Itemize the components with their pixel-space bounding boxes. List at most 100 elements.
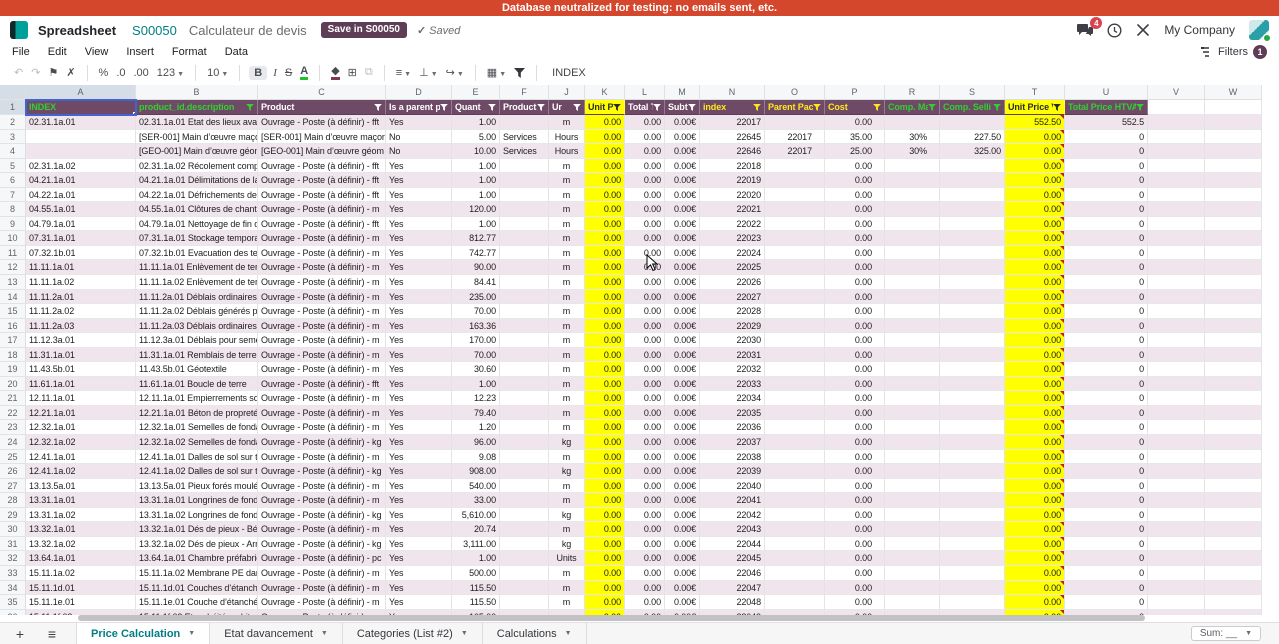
cell-F28[interactable] bbox=[500, 493, 549, 508]
cell-V30[interactable] bbox=[1148, 522, 1205, 537]
font-size-selector[interactable]: 10▼ bbox=[207, 67, 228, 79]
cell-T33[interactable]: 0.00 bbox=[1005, 566, 1065, 581]
cell-U2[interactable]: 552.5 bbox=[1065, 115, 1148, 130]
column-header-E[interactable]: E bbox=[452, 85, 500, 100]
cell-M6[interactable]: 0.00€ bbox=[665, 173, 700, 188]
cell-J29[interactable]: kg bbox=[549, 508, 585, 523]
cell-M5[interactable]: 0.00€ bbox=[665, 159, 700, 174]
cell-S3[interactable]: 227.50 bbox=[940, 130, 1005, 145]
cell-V3[interactable] bbox=[1148, 130, 1205, 145]
cell-K12[interactable]: 0.00 bbox=[585, 260, 625, 275]
header-cell-N1[interactable]: index bbox=[700, 100, 765, 115]
cell-A32[interactable]: 13.64.1a.01 bbox=[26, 551, 136, 566]
cell-S35[interactable] bbox=[940, 595, 1005, 610]
cell-A24[interactable]: 12.32.1a.02 bbox=[26, 435, 136, 450]
cell-U22[interactable]: 0 bbox=[1065, 406, 1148, 421]
cell-C22[interactable]: Ouvrage - Poste (à définir) - m bbox=[258, 406, 386, 421]
cell-O16[interactable] bbox=[765, 319, 825, 334]
row-number-6[interactable]: 6 bbox=[0, 173, 26, 188]
cell-S7[interactable] bbox=[940, 188, 1005, 203]
cell-R6[interactable] bbox=[885, 173, 940, 188]
cell-P6[interactable]: 0.00 bbox=[825, 173, 885, 188]
header-cell-C1[interactable]: Product bbox=[258, 100, 386, 115]
cell-U17[interactable]: 0 bbox=[1065, 333, 1148, 348]
cell-B32[interactable]: 13.64.1a.01 Chambre préfabriq bbox=[136, 551, 258, 566]
cell-O12[interactable] bbox=[765, 260, 825, 275]
cell-L12[interactable]: 0.00 bbox=[625, 260, 665, 275]
cell-T26[interactable]: 0.00 bbox=[1005, 464, 1065, 479]
cell-N4[interactable]: 22646 bbox=[700, 144, 765, 159]
cell-N23[interactable]: 22036 bbox=[700, 420, 765, 435]
cell-B35[interactable]: 15.11.1e.01 Couche d’étanchéit bbox=[136, 595, 258, 610]
cell-F29[interactable] bbox=[500, 508, 549, 523]
row-number-2[interactable]: 2 bbox=[0, 115, 26, 130]
cell-U23[interactable]: 0 bbox=[1065, 420, 1148, 435]
cell-P4[interactable]: 25.00 bbox=[825, 144, 885, 159]
header-cell-L1[interactable]: Total T bbox=[625, 100, 665, 115]
column-filter-icon[interactable] bbox=[374, 104, 382, 111]
cell-F18[interactable] bbox=[500, 348, 549, 363]
cell-T13[interactable]: 0.00 bbox=[1005, 275, 1065, 290]
column-header-L[interactable]: L bbox=[625, 85, 665, 100]
cell-V6[interactable] bbox=[1148, 173, 1205, 188]
cell-M22[interactable]: 0.00€ bbox=[665, 406, 700, 421]
cell-T3[interactable]: 0.00 bbox=[1005, 130, 1065, 145]
cell-S25[interactable] bbox=[940, 450, 1005, 465]
cell-M28[interactable]: 0.00€ bbox=[665, 493, 700, 508]
cell-C32[interactable]: Ouvrage - Poste (à définir) - pc bbox=[258, 551, 386, 566]
cell-C15[interactable]: Ouvrage - Poste (à définir) - m bbox=[258, 304, 386, 319]
cell-W27[interactable] bbox=[1205, 479, 1262, 494]
cell-T4[interactable]: 0.00 bbox=[1005, 144, 1065, 159]
cell-R3[interactable]: 30% bbox=[885, 130, 940, 145]
cell-U16[interactable]: 0 bbox=[1065, 319, 1148, 334]
cell-L31[interactable]: 0.00 bbox=[625, 537, 665, 552]
column-filter-icon[interactable] bbox=[993, 104, 1001, 111]
cell-S4[interactable]: 325.00 bbox=[940, 144, 1005, 159]
cell-B30[interactable]: 13.32.1a.01 Dés de pieux - Bét bbox=[136, 522, 258, 537]
cell-R17[interactable] bbox=[885, 333, 940, 348]
cell-C12[interactable]: Ouvrage - Poste (à définir) - m bbox=[258, 260, 386, 275]
cell-E3[interactable]: 5.00 bbox=[452, 130, 500, 145]
cell-C18[interactable]: Ouvrage - Poste (à définir) - m bbox=[258, 348, 386, 363]
cell-N16[interactable]: 22029 bbox=[700, 319, 765, 334]
cell-T2[interactable]: 552.50 bbox=[1005, 115, 1065, 130]
cell-R20[interactable] bbox=[885, 377, 940, 392]
cell-T21[interactable]: 0.00 bbox=[1005, 391, 1065, 406]
cell-K7[interactable]: 0.00 bbox=[585, 188, 625, 203]
cell-S33[interactable] bbox=[940, 566, 1005, 581]
cell-K22[interactable]: 0.00 bbox=[585, 406, 625, 421]
cell-A16[interactable]: 11.11.2a.03 bbox=[26, 319, 136, 334]
cell-M27[interactable]: 0.00€ bbox=[665, 479, 700, 494]
horizontal-align-button[interactable]: ≡▼ bbox=[396, 67, 411, 79]
cell-P7[interactable]: 0.00 bbox=[825, 188, 885, 203]
cell-R35[interactable] bbox=[885, 595, 940, 610]
cell-F35[interactable] bbox=[500, 595, 549, 610]
cell-B34[interactable]: 15.11.1d.01 Couches d’étanché bbox=[136, 581, 258, 596]
tools-icon[interactable] bbox=[1136, 23, 1150, 37]
cell-J25[interactable]: m bbox=[549, 450, 585, 465]
cell-U28[interactable]: 0 bbox=[1065, 493, 1148, 508]
column-filter-icon[interactable] bbox=[613, 104, 621, 111]
tab-etat-davancement[interactable]: Etat davancement▼ bbox=[210, 623, 343, 644]
cell-S15[interactable] bbox=[940, 304, 1005, 319]
cell-E2[interactable]: 1.00 bbox=[452, 115, 500, 130]
cell-S13[interactable] bbox=[940, 275, 1005, 290]
cell-S11[interactable] bbox=[940, 246, 1005, 261]
column-filter-icon[interactable] bbox=[753, 104, 761, 111]
cell-A3[interactable] bbox=[26, 130, 136, 145]
cell-T23[interactable]: 0.00 bbox=[1005, 420, 1065, 435]
cell-J33[interactable]: m bbox=[549, 566, 585, 581]
cell-U18[interactable]: 0 bbox=[1065, 348, 1148, 363]
cell-P20[interactable]: 0.00 bbox=[825, 377, 885, 392]
cell-U19[interactable]: 0 bbox=[1065, 362, 1148, 377]
cell-W20[interactable] bbox=[1205, 377, 1262, 392]
cell-J18[interactable]: m bbox=[549, 348, 585, 363]
cell-E11[interactable]: 742.77 bbox=[452, 246, 500, 261]
cell-T19[interactable]: 0.00 bbox=[1005, 362, 1065, 377]
cell-P3[interactable]: 35.00 bbox=[825, 130, 885, 145]
column-header-T[interactable]: T bbox=[1005, 85, 1065, 100]
tab-price-calculation[interactable]: Price Calculation▼ bbox=[76, 623, 210, 644]
cell-A14[interactable]: 11.11.2a.01 bbox=[26, 290, 136, 305]
cell-M9[interactable]: 0.00€ bbox=[665, 217, 700, 232]
cell-J11[interactable]: m bbox=[549, 246, 585, 261]
